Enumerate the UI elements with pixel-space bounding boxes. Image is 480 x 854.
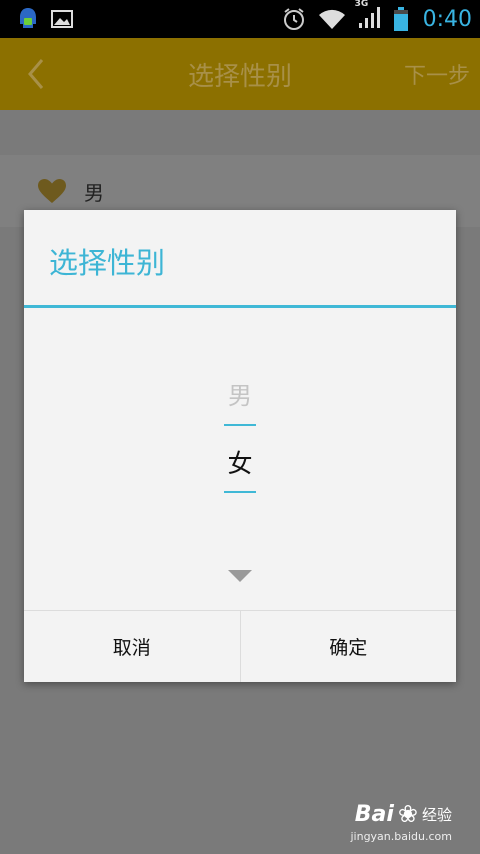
watermark-url: jingyan.baidu.com xyxy=(350,830,452,843)
picker-option-previous[interactable]: 男 xyxy=(24,376,456,411)
gender-dialog: 选择性别 男 女 取消 确定 xyxy=(24,210,456,682)
paw-icon: ❀ xyxy=(397,800,418,828)
status-bar: 3G 0:40 xyxy=(0,0,480,38)
picker-selection-line-bottom xyxy=(224,491,256,493)
status-time: 0:40 xyxy=(422,6,472,32)
cancel-button[interactable]: 取消 xyxy=(24,611,240,682)
dialog-title-divider xyxy=(24,305,456,308)
network-type-label: 3G xyxy=(354,0,369,9)
notification-app-icon xyxy=(20,8,36,28)
app-bar: 选择性别 下一步 xyxy=(0,38,480,110)
heart-icon xyxy=(38,179,66,203)
alarm-icon xyxy=(283,8,304,30)
signal-group: 3G xyxy=(355,0,383,33)
watermark-brand: Bai xyxy=(354,801,394,827)
dialog-title: 选择性别 xyxy=(49,246,166,280)
status-right: 3G 0:40 xyxy=(281,0,472,33)
battery-icon xyxy=(393,7,408,31)
wifi-icon xyxy=(318,9,345,29)
status-left xyxy=(16,6,74,32)
watermark-product: 经验 xyxy=(421,805,452,824)
gender-value: 男 xyxy=(84,180,104,205)
picker-selection-line-top xyxy=(224,424,256,426)
triangle-down-icon xyxy=(228,570,252,582)
next-step-button[interactable]: 下一步 xyxy=(404,58,470,90)
confirm-button[interactable]: 确定 xyxy=(239,611,457,682)
dialog-buttons: 取消 确定 xyxy=(24,610,456,682)
picker-option-selected[interactable]: 女 xyxy=(24,444,456,480)
baidu-watermark: Bai ❀ 经验 xyxy=(355,800,452,828)
image-icon xyxy=(51,10,73,28)
chevron-left-icon[interactable] xyxy=(18,54,58,94)
